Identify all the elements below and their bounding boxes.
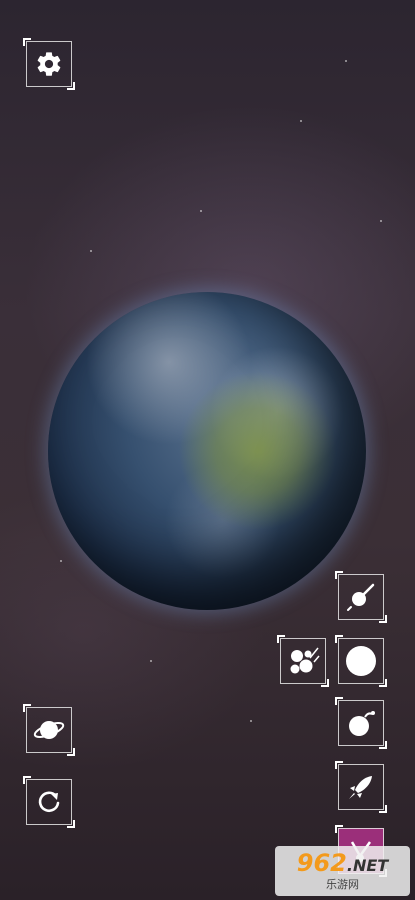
watermark-logo: 962.NET	[296, 848, 389, 877]
star	[150, 660, 152, 662]
rocket-icon	[349, 776, 372, 799]
comet-icon	[347, 583, 375, 611]
watermark-subtitle: 乐游网	[326, 877, 359, 891]
star	[250, 720, 252, 722]
sphere-icon	[346, 646, 376, 676]
asteroids-button[interactable]	[277, 635, 329, 687]
rotate-icon	[38, 791, 60, 813]
sphere-button[interactable]	[335, 635, 387, 687]
gear-icon	[37, 52, 61, 76]
rocket-button[interactable]	[335, 761, 387, 813]
comet-button[interactable]	[335, 571, 387, 623]
bomb-icon	[349, 711, 375, 736]
star	[200, 210, 202, 212]
star	[380, 220, 382, 222]
site-watermark: 962.NET 乐游网	[275, 846, 410, 896]
asteroid-cluster-icon	[290, 647, 320, 674]
star	[345, 60, 347, 62]
star	[300, 120, 302, 122]
planet-select-button[interactable]	[23, 704, 75, 756]
bomb-button[interactable]	[335, 697, 387, 749]
settings-button[interactable]	[23, 38, 75, 90]
earth-planet[interactable]	[48, 292, 366, 610]
reset-rotation-button[interactable]	[23, 776, 75, 828]
star	[60, 560, 62, 562]
star	[90, 250, 92, 252]
ringed-planet-icon	[33, 721, 65, 739]
